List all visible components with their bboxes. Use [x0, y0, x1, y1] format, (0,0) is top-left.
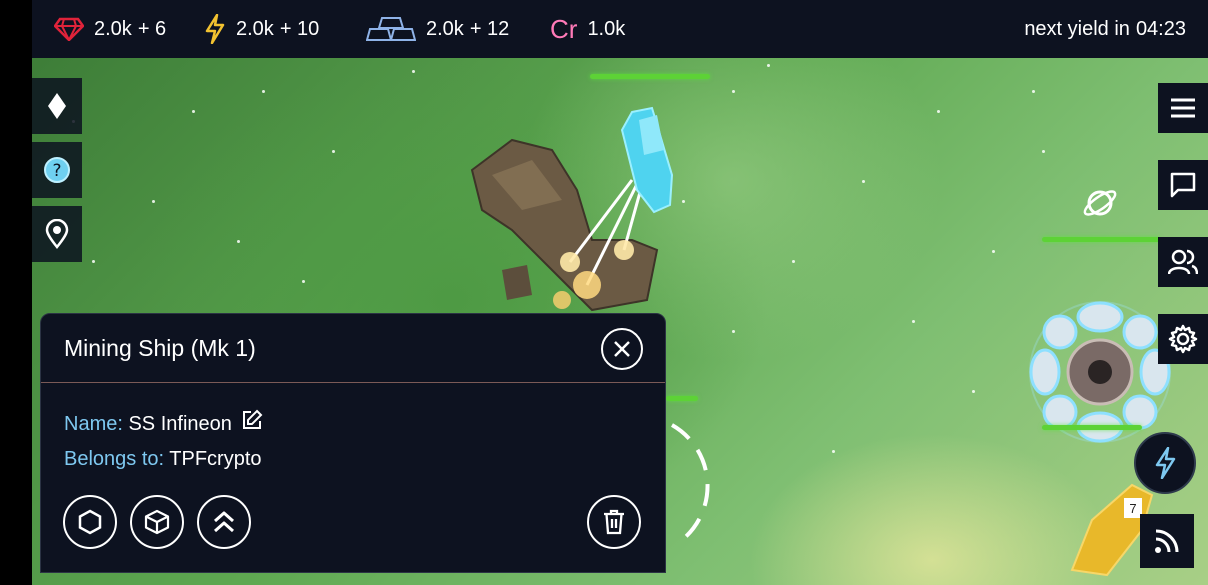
- chevrons-up-icon: [214, 511, 234, 533]
- boost-button[interactable]: [1134, 432, 1196, 494]
- energy-icon: [204, 14, 226, 44]
- planet-health-bar: [1042, 237, 1160, 242]
- station-health-bar: [1042, 425, 1142, 430]
- resource-energy: 2.0k + 10: [204, 0, 319, 58]
- gem-icon: [54, 17, 84, 41]
- ship-info-panel: Mining Ship (Mk 1) Name: SS Infineon Bel…: [40, 313, 666, 573]
- diamond-button[interactable]: [32, 78, 82, 134]
- ship-name-row: Name: SS Infineon: [64, 407, 263, 442]
- metal-bars-icon: [366, 16, 416, 42]
- ship-health-bar: [590, 74, 710, 79]
- settings-icon: [1168, 324, 1198, 354]
- trash-icon: [604, 509, 624, 535]
- panel-title: Mining Ship (Mk 1): [64, 334, 256, 361]
- signal-button[interactable]: [1140, 514, 1194, 568]
- menu-button[interactable]: [1158, 83, 1208, 133]
- hexagon-icon: [78, 509, 102, 535]
- yield-timer: next yield in 04:23: [1024, 17, 1186, 40]
- ship-details: Name: SS Infineon Belongs to: TPFcrypto: [64, 407, 263, 476]
- settings-button[interactable]: [1158, 314, 1208, 364]
- cargo-button[interactable]: [130, 495, 184, 549]
- selection-ring: [671, 423, 710, 542]
- close-button[interactable]: [601, 328, 643, 370]
- planet-icon[interactable]: [1082, 188, 1118, 218]
- resource-credits: Cr 1.0k: [550, 13, 626, 44]
- chat-icon: [1170, 172, 1196, 198]
- resource-gems: 2.0k + 6: [54, 0, 166, 58]
- owner-row: Belongs to: TPFcrypto: [64, 447, 262, 470]
- resource-bar: 2.0k + 6 2.0k + 10 2.0k + 12 Cr 1.0k nex…: [32, 0, 1208, 58]
- signal-icon: [1155, 529, 1179, 553]
- close-icon: [614, 341, 630, 357]
- cube-icon: [144, 509, 170, 535]
- lightning-icon: [1155, 447, 1176, 479]
- asteroid[interactable]: [470, 138, 659, 312]
- hexagon-button[interactable]: [63, 495, 117, 549]
- help-icon: ?: [44, 157, 70, 183]
- credits-icon: Cr: [550, 13, 578, 44]
- menu-icon: [1171, 98, 1195, 118]
- target-health-bar: [666, 396, 698, 401]
- users-button[interactable]: [1158, 237, 1208, 287]
- panel-header: Mining Ship (Mk 1): [41, 314, 665, 383]
- delete-button[interactable]: [587, 495, 641, 549]
- location-pin-icon: [45, 219, 69, 249]
- diamond-icon: [48, 93, 66, 119]
- users-icon: [1168, 249, 1198, 275]
- left-toolbar: ?: [32, 78, 82, 270]
- help-button[interactable]: ?: [32, 142, 82, 198]
- upgrade-button[interactable]: [197, 495, 251, 549]
- space-station[interactable]: [1029, 301, 1171, 443]
- edit-icon[interactable]: [241, 408, 263, 442]
- resource-metal: 2.0k + 12: [366, 0, 509, 58]
- chat-button[interactable]: [1158, 160, 1208, 210]
- location-button[interactable]: [32, 206, 82, 262]
- svg-text:?: ?: [52, 161, 61, 181]
